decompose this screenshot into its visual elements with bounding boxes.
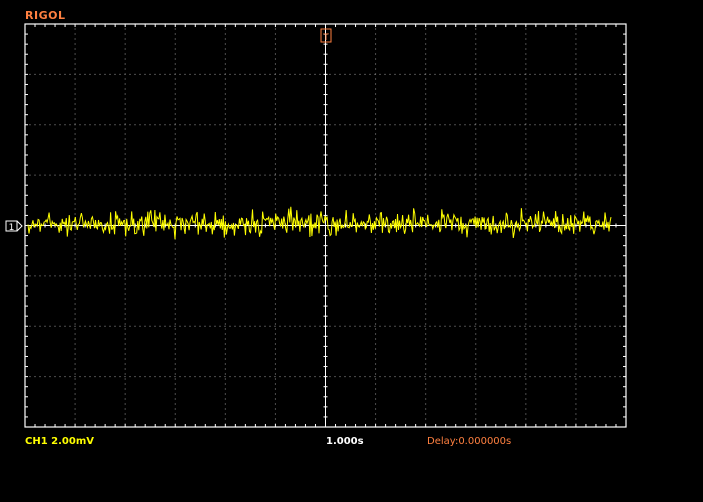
- channel1-trace: [27, 206, 612, 240]
- channel1-ground-marker[interactable]: 1: [5, 220, 23, 233]
- scope-display: T 1: [5, 23, 627, 428]
- waveform-trace: [27, 206, 612, 240]
- trigger-marker-glyph: T: [322, 33, 329, 43]
- channel1-scale-readout: CH1 2.00mV: [25, 436, 94, 447]
- brand-logo: RIGOL: [25, 9, 66, 22]
- timebase-readout: 1.000s: [326, 436, 364, 447]
- channel-marker-glyph: 1: [9, 223, 15, 233]
- delay-readout: Delay:0.000000s: [427, 436, 512, 447]
